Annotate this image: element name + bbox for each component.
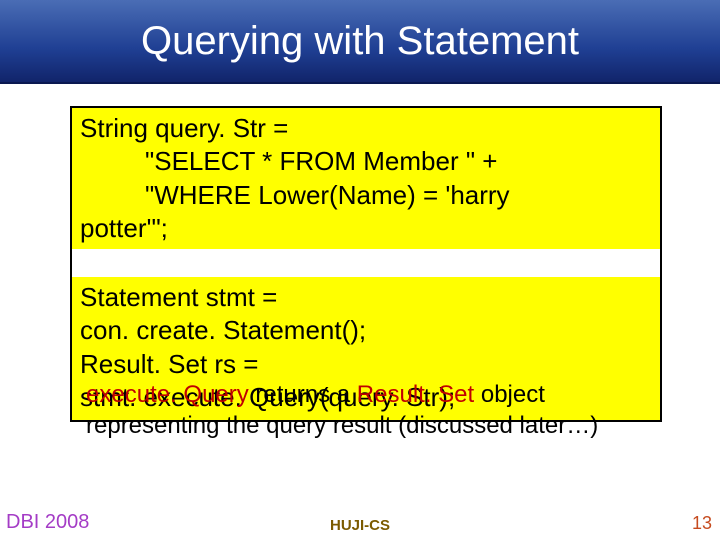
code-box: String query. Str = "SELECT * FROM Membe… [70,106,662,422]
title-bar: Querying with Statement [0,0,720,84]
note-text: object [474,381,545,408]
code-line: Statement stmt = [80,281,652,314]
note-row: execute. Query returns a Result. Set obj… [86,380,686,411]
code-line: "WHERE Lower(Name) = 'harry [80,179,652,212]
note-keyword: execute. Query [86,381,249,408]
footer-center: HUJI-CS [0,517,720,534]
note-keyword: Result. Set [357,381,474,408]
code-line: Result. Set rs = [80,348,652,381]
note-text: returns a [249,381,357,408]
code-gap [72,249,660,277]
code-line: potter'"; [80,212,652,245]
slide-number: 13 [692,513,712,534]
code-line: String query. Str = [80,112,652,145]
code-line: con. create. Statement(); [80,314,652,347]
explanatory-note: execute. Query returns a Result. Set obj… [86,380,686,441]
code-line: "SELECT * FROM Member " + [80,145,652,178]
content-area: String query. Str = "SELECT * FROM Membe… [0,84,720,422]
note-row: representing the query result (discussed… [86,411,686,442]
slide: Querying with Statement String query. St… [0,0,720,540]
slide-title: Querying with Statement [141,19,579,64]
